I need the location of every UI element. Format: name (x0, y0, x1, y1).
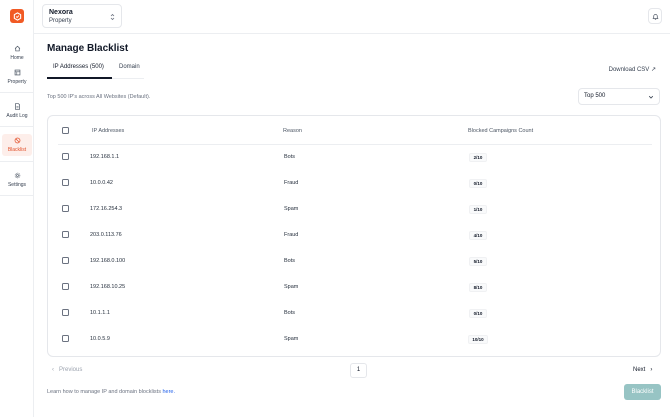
settings-icon (14, 172, 20, 179)
audit-log-icon (14, 103, 20, 110)
row-checkbox[interactable] (62, 257, 69, 264)
row-checkbox[interactable] (62, 309, 69, 316)
logo-icon (13, 11, 21, 21)
sidebar-item-property[interactable]: Property (2, 66, 32, 88)
sidebar-item-home[interactable]: Home (2, 42, 32, 64)
table-caption: Top 500 IP's across All Websites (Defaul… (47, 94, 151, 100)
next-label: Next (633, 367, 646, 373)
ip-address: 10.1.1.1 (90, 310, 110, 316)
sidebar-item-label: Settings (7, 182, 27, 188)
reason: Bots (284, 258, 296, 264)
help-text-body: Learn how to manage IP and domain blockl… (47, 389, 163, 395)
page-title: Manage Blacklist (47, 43, 129, 54)
top-bar: Nexora Property (34, 0, 670, 34)
reason: Spam (284, 206, 299, 212)
blacklist-button[interactable]: Blacklist (624, 384, 661, 400)
reason: Fraud (284, 232, 299, 238)
sidebar-item-blacklist[interactable]: Blacklist (2, 134, 32, 156)
sidebar-item-label: Home (10, 55, 24, 61)
tab-domain[interactable]: Domain (119, 64, 140, 78)
reason: Fraud (284, 180, 299, 186)
page-number-button[interactable]: 1 (350, 363, 367, 378)
sidebar-item-label: Audit Log (6, 113, 28, 119)
row-checkbox[interactable] (62, 231, 69, 238)
property-subtitle: Property (49, 18, 72, 24)
blocked-count-badge: 1/10 (469, 205, 487, 214)
row-checkbox[interactable] (62, 283, 69, 290)
sidebar-item-settings[interactable]: Settings (2, 169, 32, 191)
reason: Spam (284, 336, 299, 342)
blocked-count-badge: 0/10 (469, 309, 487, 318)
chevron-up-down-icon (110, 13, 115, 21)
app-logo[interactable] (10, 9, 24, 23)
help-link[interactable]: here. (162, 389, 175, 395)
notifications-button[interactable] (648, 8, 662, 24)
ip-address: 10.0.5.9 (90, 336, 110, 342)
sidebar-divider (0, 92, 34, 93)
blocked-count-badge: 5/10 (469, 257, 487, 266)
ip-address: 192.168.0.100 (90, 258, 126, 264)
blocked-count-badge: 2/10 (469, 153, 487, 162)
previous-label: Previous (59, 367, 83, 373)
ip-address: 172.16.254.3 (90, 206, 123, 212)
sidebar-item-audit-log[interactable]: Audit Log (2, 100, 32, 122)
bell-icon (651, 13, 659, 20)
tab-ip-addresses[interactable]: IP Addresses (500) (53, 64, 104, 78)
chevron-left-icon: ‹ (52, 367, 59, 373)
ip-address: 203.0.113.76 (90, 232, 122, 238)
chevron-down-icon (648, 95, 654, 99)
ip-address: 10.0.0.42 (90, 180, 113, 186)
top-count-value: Top 500 (584, 93, 606, 99)
ip-address: 192.168.10.25 (90, 284, 126, 290)
sidebar-divider (0, 195, 34, 196)
row-checkbox[interactable] (62, 153, 69, 160)
blocked-count-badge: 4/10 (469, 231, 487, 240)
reason: Bots (284, 310, 296, 316)
reason: Bots (284, 154, 296, 160)
column-header-blocked-count: Blocked Campaigns Count (468, 128, 534, 134)
sidebar-divider (0, 126, 34, 127)
blocked-count-badge: 0/10 (469, 179, 487, 188)
blacklist-icon (14, 137, 20, 144)
download-csv-link[interactable]: Download CSV ↗ (609, 66, 656, 73)
row-checkbox[interactable] (62, 179, 69, 186)
chevron-right-icon: › (645, 367, 653, 373)
column-header-ip: IP Addresses (92, 128, 125, 134)
active-tab-indicator (47, 77, 112, 79)
home-icon (14, 45, 20, 52)
sidebar-item-label: Blacklist (7, 147, 27, 153)
row-checkbox[interactable] (62, 205, 69, 212)
sidebar-item-label: Property (7, 79, 27, 85)
reason: Spam (284, 284, 299, 290)
property-icon (14, 69, 20, 76)
blocked-count-badge: 10/10 (468, 335, 488, 344)
sidebar-divider (0, 161, 34, 162)
blocked-count-badge: 8/10 (469, 283, 487, 292)
row-checkbox[interactable] (62, 335, 69, 342)
previous-page-button[interactable]: ‹ Previous (52, 367, 82, 373)
top-count-select[interactable]: Top 500 (578, 88, 660, 105)
select-all-checkbox[interactable] (62, 127, 69, 134)
help-text: Learn how to manage IP and domain blockl… (47, 389, 175, 395)
next-page-button[interactable]: Next › (633, 367, 652, 373)
sidebar: Home Property Audit Log Blacklist Settin… (0, 0, 34, 417)
table-header-divider (58, 144, 652, 145)
property-name: Nexora (49, 9, 73, 16)
ip-address: 192.168.1.1 (90, 154, 120, 160)
blacklist-table: IP Addresses Reason Blocked Campaigns Co… (47, 115, 661, 357)
property-selector[interactable]: Nexora Property (42, 4, 122, 28)
column-header-reason: Reason (283, 128, 302, 134)
